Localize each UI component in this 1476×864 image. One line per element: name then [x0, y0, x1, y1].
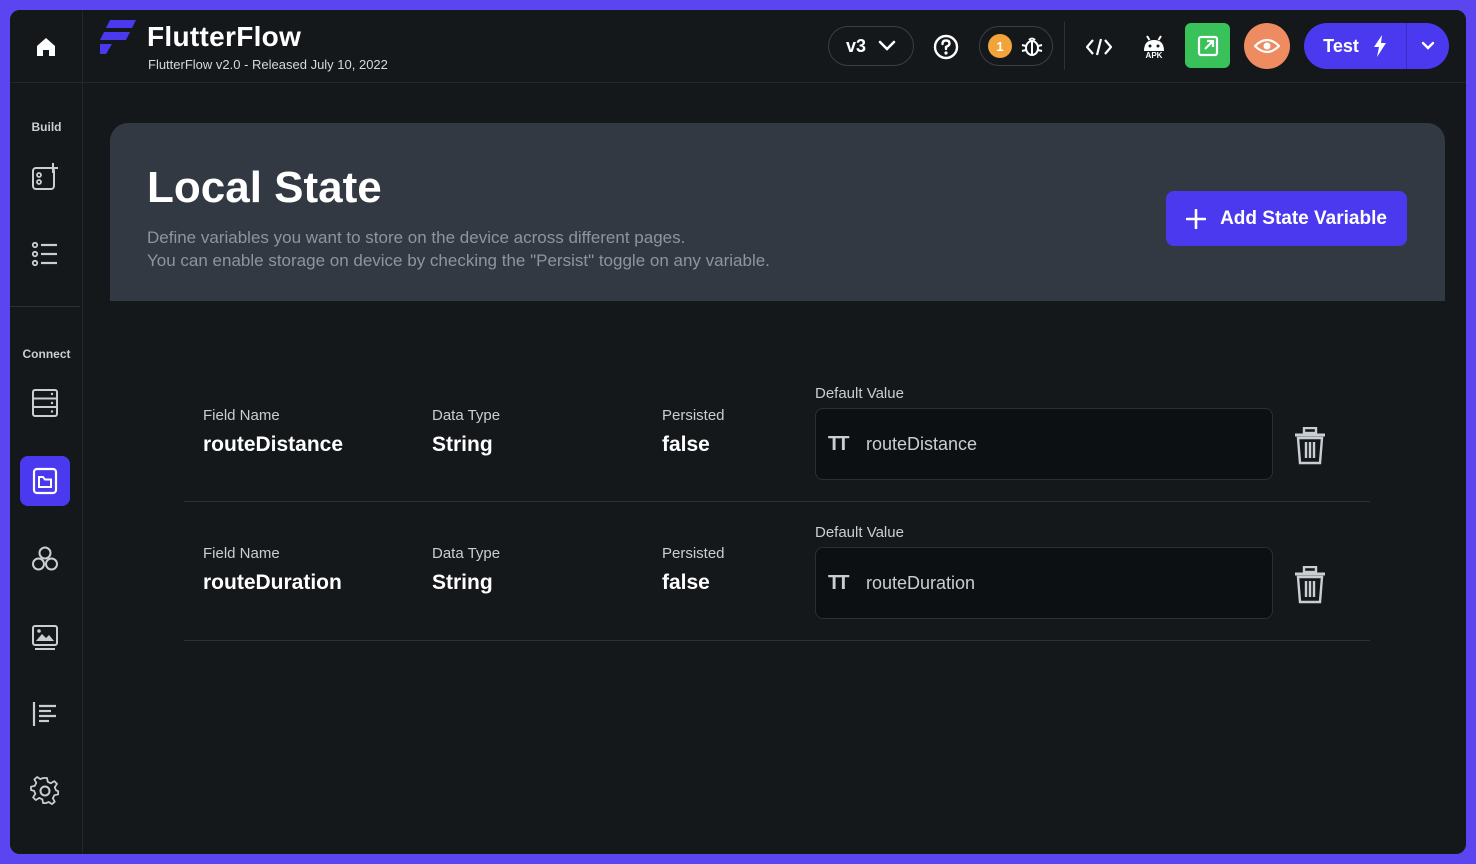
help-button[interactable]	[930, 31, 962, 63]
test-options-dropdown[interactable]	[1407, 23, 1449, 69]
persisted-label: Persisted	[662, 545, 725, 562]
page-header: Local State Define variables you want to…	[110, 123, 1445, 301]
open-external-button[interactable]	[1185, 23, 1230, 68]
issue-count-badge: 1	[988, 34, 1012, 58]
add-state-variable-button[interactable]: Add State Variable	[1166, 191, 1407, 246]
download-apk-button[interactable]: APK	[1136, 28, 1172, 66]
top-bar: FlutterFlow FlutterFlow v2.0 - Released …	[10, 10, 1466, 83]
list-icon	[31, 241, 57, 267]
data-type-label: Data Type	[432, 545, 501, 562]
delete-icon[interactable]	[1294, 427, 1326, 465]
default-value-label: Default Value	[815, 524, 904, 541]
add-button-label: Add State Variable	[1220, 207, 1387, 229]
navigation-sidebar: Build Connect	[10, 83, 83, 854]
sidebar-item-add-widget[interactable]	[20, 152, 70, 202]
help-icon	[933, 34, 959, 60]
persisted-column: Persisted false	[662, 545, 725, 595]
sidebar-divider	[10, 306, 80, 307]
description-line-2: You can enable storage on device by chec…	[147, 251, 770, 270]
field-name-value: routeDistance	[203, 433, 344, 456]
local-state-panel: Local State Define variables you want to…	[110, 123, 1445, 854]
app-title: FlutterFlow	[147, 21, 302, 52]
sidebar-item-list[interactable]	[20, 229, 70, 279]
media-assets-icon	[32, 625, 58, 650]
data-type-column: Data Type String	[432, 545, 500, 595]
text-type-icon: TT	[828, 571, 849, 594]
lightning-icon	[1373, 35, 1386, 57]
app-version-subtitle: FlutterFlow v2.0 - Released July 10, 202…	[148, 57, 388, 72]
bug-icon	[1021, 37, 1043, 56]
data-type-value: String	[432, 571, 493, 594]
default-value-field[interactable]: TT routeDuration	[815, 547, 1273, 619]
test-button[interactable]: Test	[1304, 23, 1407, 69]
app-window: FlutterFlow FlutterFlow v2.0 - Released …	[10, 10, 1466, 854]
delete-icon[interactable]	[1294, 566, 1326, 604]
persisted-value: false	[662, 571, 710, 594]
apk-label: APK	[1145, 50, 1163, 60]
state-variable-row: Field Name routeDuration Data Type Strin…	[184, 502, 1370, 641]
connect-section-label: Connect	[22, 347, 71, 361]
data-type-column: Data Type String	[432, 407, 500, 457]
state-variable-list: Field Name routeDistance Data Type Strin…	[110, 301, 1445, 854]
preview-button[interactable]	[1244, 23, 1290, 69]
database-icon	[32, 389, 58, 417]
test-mode-button-group: Test	[1304, 23, 1449, 69]
persisted-value: false	[662, 433, 710, 456]
sidebar-item-integrations[interactable]	[20, 534, 70, 584]
external-link-icon	[1197, 35, 1218, 56]
debug-issues-button[interactable]: 1	[979, 26, 1053, 66]
add-widget-icon	[32, 163, 58, 190]
home-button[interactable]	[10, 10, 83, 83]
version-selector[interactable]: v3	[828, 26, 914, 66]
text-format-icon	[32, 702, 56, 726]
local-state-icon	[32, 467, 58, 495]
default-value-field[interactable]: TT routeDistance	[815, 408, 1273, 480]
persisted-label: Persisted	[662, 407, 725, 424]
view-code-button[interactable]	[1082, 30, 1116, 64]
field-name-column: Field Name routeDuration	[203, 545, 342, 595]
data-type-label: Data Type	[432, 407, 501, 424]
page-description: Define variables you want to store on th…	[147, 226, 770, 272]
field-name-label: Field Name	[203, 545, 280, 562]
code-icon	[1086, 38, 1112, 56]
default-value-text: routeDuration	[866, 572, 976, 593]
sidebar-item-settings[interactable]	[20, 766, 70, 816]
home-icon	[37, 37, 55, 56]
toolbar-divider	[1064, 22, 1065, 70]
page-title: Local State	[147, 163, 382, 212]
sidebar-item-media-assets[interactable]	[20, 612, 70, 662]
eye-icon	[1254, 38, 1280, 54]
sidebar-item-database[interactable]	[20, 378, 70, 428]
flutterflow-logo-icon	[100, 20, 136, 54]
settings-gear-icon	[30, 776, 60, 806]
build-section-label: Build	[31, 120, 62, 134]
data-type-value: String	[432, 433, 493, 456]
sidebar-item-text-format[interactable]	[20, 689, 70, 739]
field-name-column: Field Name routeDistance	[203, 407, 343, 457]
default-value-label: Default Value	[815, 385, 904, 402]
version-label: v3	[845, 35, 867, 56]
description-line-1: Define variables you want to store on th…	[147, 228, 686, 247]
text-type-icon: TT	[828, 432, 849, 455]
chevron-down-icon	[1421, 41, 1435, 50]
test-label: Test	[1323, 35, 1359, 56]
field-name-label: Field Name	[203, 407, 280, 424]
field-name-value: routeDuration	[203, 571, 342, 594]
chevron-down-icon	[878, 40, 896, 51]
persisted-column: Persisted false	[662, 407, 725, 457]
plus-icon	[1186, 208, 1207, 229]
default-value-text: routeDistance	[866, 433, 978, 454]
integrations-icon	[32, 546, 58, 571]
sidebar-item-local-state[interactable]	[20, 456, 70, 506]
state-variable-row: Field Name routeDistance Data Type Strin…	[184, 363, 1370, 502]
